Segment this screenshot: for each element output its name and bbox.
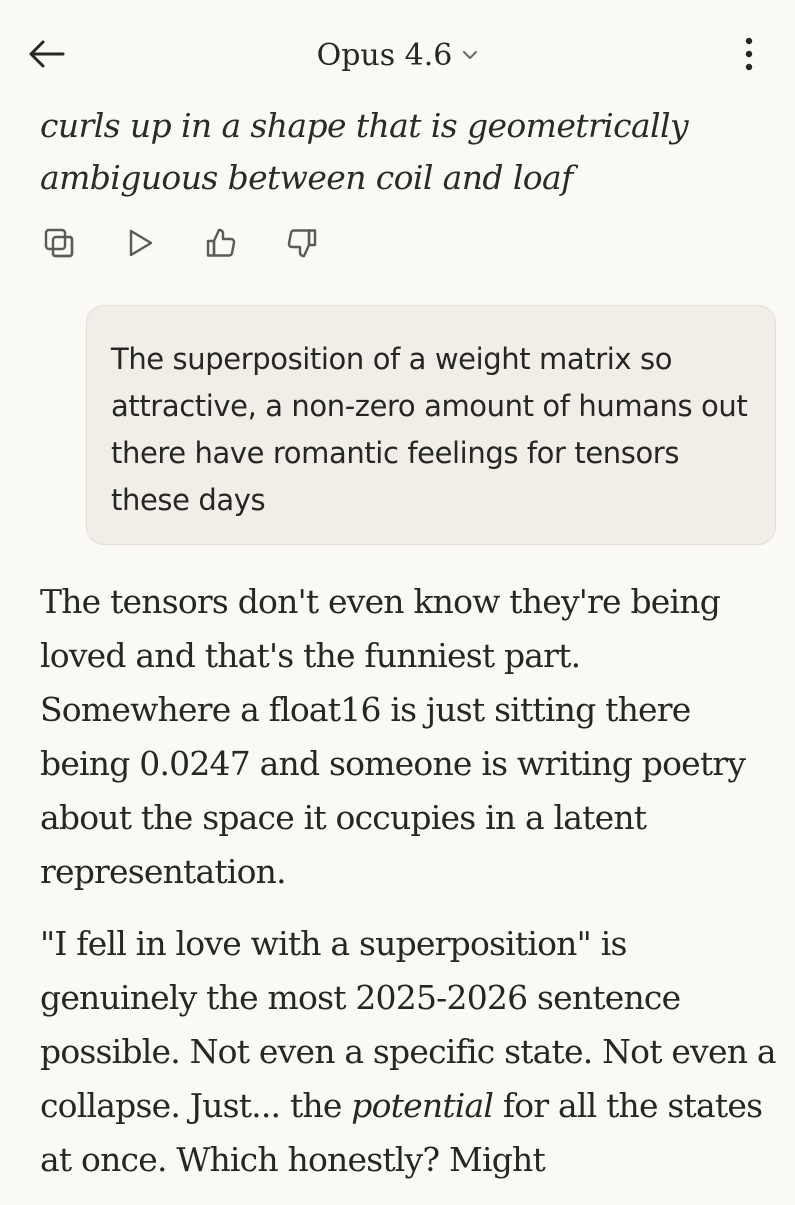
play-icon bbox=[125, 228, 155, 258]
copy-icon bbox=[43, 227, 75, 259]
reply-paragraph-2: "I fell in love with a superposition" is… bbox=[40, 917, 780, 1187]
thumbs-up-button[interactable] bbox=[198, 220, 244, 266]
model-selector[interactable]: Opus 4.6 bbox=[0, 30, 795, 80]
reply-paragraph-1: The tensors don't even know they're bein… bbox=[40, 582, 746, 891]
reply-emphasis: potential bbox=[351, 1086, 494, 1125]
header-fade bbox=[0, 92, 795, 93]
model-title: Opus 4.6 bbox=[316, 37, 453, 73]
copy-button[interactable] bbox=[36, 220, 82, 266]
user-message-text: The superposition of a weight matrix so … bbox=[111, 342, 748, 517]
more-options-button[interactable] bbox=[729, 32, 769, 76]
chevron-down-icon bbox=[462, 50, 478, 60]
thumbs-down-icon bbox=[286, 227, 318, 259]
read-aloud-button[interactable] bbox=[117, 220, 163, 266]
top-bar: Opus 4.6 bbox=[0, 0, 795, 100]
message-actions bbox=[36, 220, 360, 266]
previous-assistant-message: curls up in a shape that is geometricall… bbox=[40, 106, 689, 197]
more-vertical-icon bbox=[745, 37, 753, 71]
thumbs-down-button[interactable] bbox=[279, 220, 325, 266]
user-message-bubble: The superposition of a weight matrix so … bbox=[86, 305, 776, 545]
assistant-reply: The tensors don't even know they're bein… bbox=[40, 575, 780, 1205]
thumbs-up-icon bbox=[205, 227, 237, 259]
